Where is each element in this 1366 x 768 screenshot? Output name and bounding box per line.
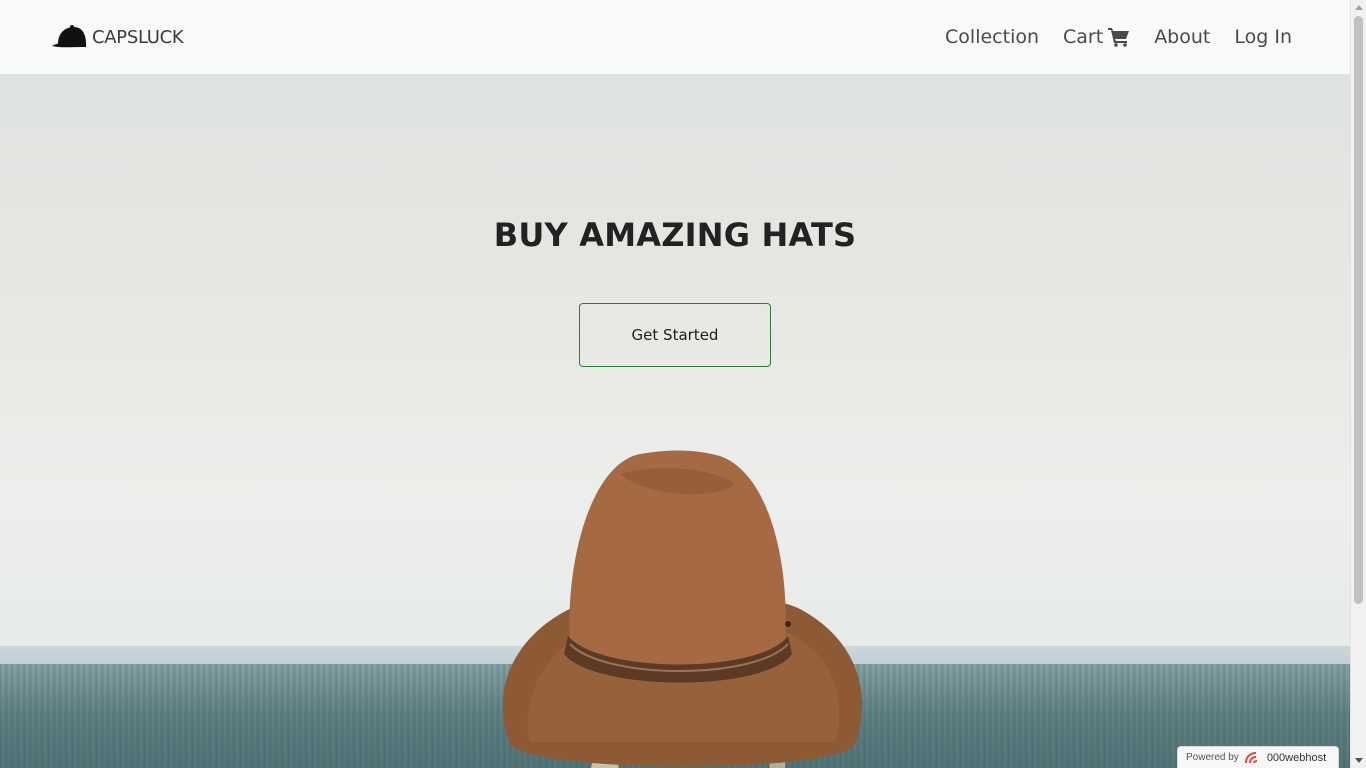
- powered-by-badge[interactable]: Powered by 000webhost: [1177, 746, 1339, 768]
- scroll-thumb[interactable]: [1354, 16, 1363, 604]
- scroll-up-arrow-icon[interactable]: [1355, 5, 1363, 10]
- get-started-button[interactable]: Get Started: [579, 303, 771, 367]
- scroll-down-arrow-icon[interactable]: [1355, 758, 1363, 763]
- page: CAPSLUCK Collection Cart About Log In BU…: [0, 0, 1366, 768]
- brand-name: CAPSLUCK: [92, 26, 184, 48]
- nav-login[interactable]: Log In: [1234, 26, 1292, 48]
- nav-links: Collection Cart About Log In: [945, 26, 1292, 48]
- page-scrollbar[interactable]: [1350, 0, 1366, 768]
- nav-about[interactable]: About: [1154, 26, 1210, 48]
- brand-link[interactable]: CAPSLUCK: [52, 24, 184, 50]
- hero-section: BUY AMAZING HATS Get Started: [0, 74, 1350, 768]
- hero-title: BUY AMAZING HATS: [493, 216, 857, 254]
- hero-hat-image: [502, 450, 863, 768]
- nav-collection[interactable]: Collection: [945, 26, 1039, 48]
- nav-cart[interactable]: Cart: [1063, 26, 1130, 48]
- webhost-logo-icon: [1244, 751, 1257, 763]
- navbar: CAPSLUCK Collection Cart About Log In: [0, 0, 1350, 74]
- powered-by-label: Powered by: [1186, 752, 1239, 763]
- cap-logo-icon: [52, 25, 86, 48]
- powered-by-brand: 000webhost: [1266, 751, 1327, 764]
- nav-cart-label: Cart: [1063, 26, 1104, 48]
- cart-icon: [1108, 28, 1130, 47]
